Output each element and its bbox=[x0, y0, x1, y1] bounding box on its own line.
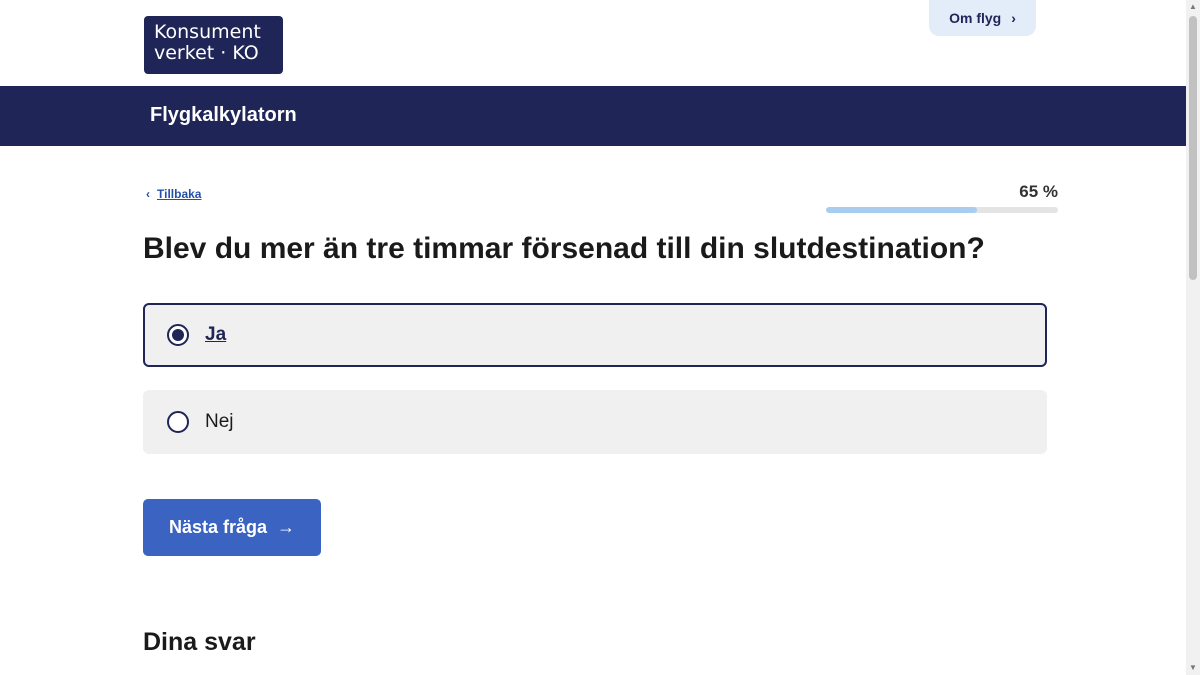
app-title: Flygkalkylatorn bbox=[150, 104, 297, 126]
back-link-label[interactable]: Tillbaka bbox=[157, 187, 201, 201]
scroll-up-icon[interactable]: ▲ bbox=[1186, 0, 1200, 14]
option-ja-label: Ja bbox=[205, 324, 227, 345]
scroll-down-icon[interactable]: ▼ bbox=[1186, 661, 1200, 675]
radio-unselected-icon[interactable] bbox=[167, 411, 189, 433]
scrollbar-thumb[interactable] bbox=[1189, 16, 1197, 280]
option-nej[interactable]: Nej bbox=[143, 390, 1047, 454]
progress-bar-fill bbox=[826, 207, 977, 213]
site-header: Konsument verket · KO Om flyg › bbox=[0, 0, 1186, 86]
logo-line-1: Konsument bbox=[154, 21, 261, 43]
option-ja[interactable]: Ja bbox=[143, 303, 1047, 367]
back-link[interactable]: ‹ Tillbaka bbox=[146, 187, 201, 201]
progress-percent: 65 % bbox=[1019, 182, 1058, 201]
om-flyg-label: Om flyg bbox=[949, 10, 1002, 26]
om-flyg-link[interactable]: Om flyg › bbox=[929, 0, 1036, 36]
option-nej-label: Nej bbox=[205, 411, 234, 432]
progress-bar bbox=[826, 207, 1058, 213]
your-answers-heading: Dina svar bbox=[143, 628, 256, 656]
page-scrollbar[interactable]: ▲ ▼ bbox=[1186, 0, 1200, 675]
chevron-right-icon: › bbox=[1011, 10, 1016, 26]
radio-selected-icon[interactable] bbox=[167, 324, 189, 346]
konsumentverket-logo[interactable]: Konsument verket · KO bbox=[144, 16, 283, 74]
radio-dot bbox=[172, 329, 184, 341]
next-question-label: Nästa fråga bbox=[168, 517, 268, 537]
app-banner: Flygkalkylatorn bbox=[0, 86, 1186, 146]
chevron-left-icon: ‹ bbox=[146, 187, 150, 201]
arrow-right-icon: → bbox=[277, 517, 296, 537]
logo-line-2: verket · KO bbox=[154, 42, 259, 64]
question-heading: Blev du mer än tre timmar försenad till … bbox=[143, 232, 985, 265]
next-question-button[interactable]: Nästa fråga → bbox=[143, 499, 321, 556]
